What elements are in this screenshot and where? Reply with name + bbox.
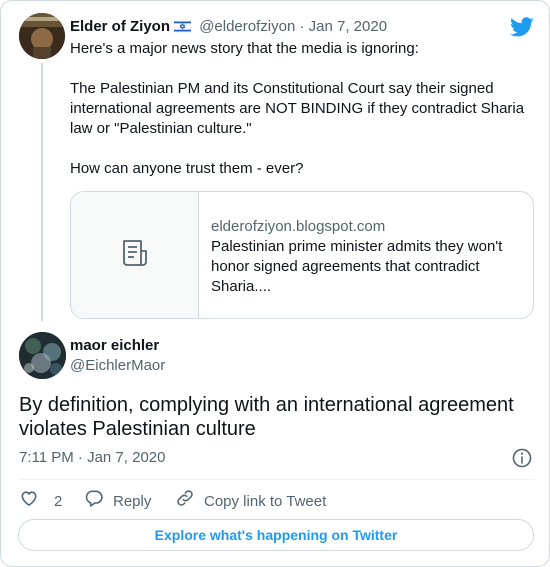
actions-divider xyxy=(19,479,534,480)
twitter-logo-icon[interactable] xyxy=(510,15,534,39)
copy-link-label: Copy link to Tweet xyxy=(204,492,327,510)
reply-bubble-icon xyxy=(84,488,113,515)
parent-tweet-text: Here's a major news story that the media… xyxy=(70,39,530,179)
link-icon xyxy=(175,488,204,515)
explore-twitter-button[interactable]: Explore what's happening on Twitter xyxy=(18,519,534,551)
copy-link-button[interactable]: Copy link to Tweet xyxy=(175,488,326,515)
parent-author-avatar[interactable] xyxy=(19,13,65,59)
main-tweet-timestamp[interactable]: 7:11 PM · Jan 7, 2020 xyxy=(19,448,165,468)
link-preview-title: Palestinian prime minister admits they w… xyxy=(211,238,503,295)
main-author-name[interactable]: maor eichler xyxy=(70,336,159,356)
link-preview-card[interactable]: elderofziyon.blogspot.com Palestinian pr… xyxy=(70,191,534,319)
link-preview-domain: elderofziyon.blogspot.com xyxy=(211,218,386,235)
tweet-embed-card: Elder of Ziyon @elderofziyon · Jan 7, 20… xyxy=(0,0,550,567)
like-count: 2 xyxy=(54,492,63,510)
israel-flag-icon xyxy=(173,19,192,39)
reply-button[interactable]: Reply xyxy=(84,488,151,515)
main-tweet-text: By definition, complying with an interna… xyxy=(19,394,514,440)
document-icon xyxy=(120,238,150,273)
main-author-handle[interactable]: @EichlerMaor xyxy=(70,356,165,376)
header-separator: · xyxy=(299,18,305,35)
main-author-avatar[interactable] xyxy=(19,332,66,379)
parent-tweet-line-1: Here's a major news story that the media… xyxy=(70,40,419,57)
like-button[interactable]: 2 xyxy=(19,488,62,515)
reply-label: Reply xyxy=(113,492,152,510)
parent-author-name[interactable]: Elder of Ziyon xyxy=(70,18,170,35)
parent-tweet-line-2: The Palestinian PM and its Constitutiona… xyxy=(70,80,525,137)
link-preview-thumbnail xyxy=(71,192,199,318)
link-preview-body: elderofziyon.blogspot.com Palestinian pr… xyxy=(211,217,521,297)
thread-connector-line xyxy=(41,63,43,321)
heart-icon xyxy=(19,488,48,515)
parent-author-handle[interactable]: @elderofziyon xyxy=(199,18,295,35)
info-icon[interactable] xyxy=(511,447,533,469)
parent-tweet-line-3: How can anyone trust them - ever? xyxy=(70,160,304,177)
parent-tweet-header: Elder of Ziyon @elderofziyon · Jan 7, 20… xyxy=(70,17,387,39)
parent-tweet-date[interactable]: Jan 7, 2020 xyxy=(309,18,387,35)
